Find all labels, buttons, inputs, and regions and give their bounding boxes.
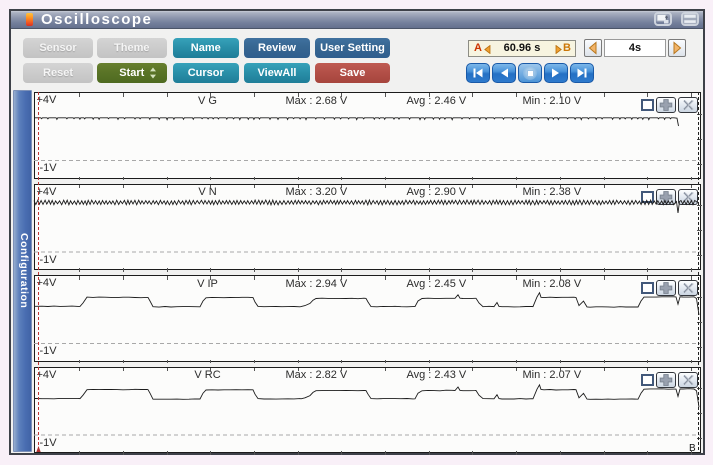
svg-text:B: B: [689, 443, 696, 453]
